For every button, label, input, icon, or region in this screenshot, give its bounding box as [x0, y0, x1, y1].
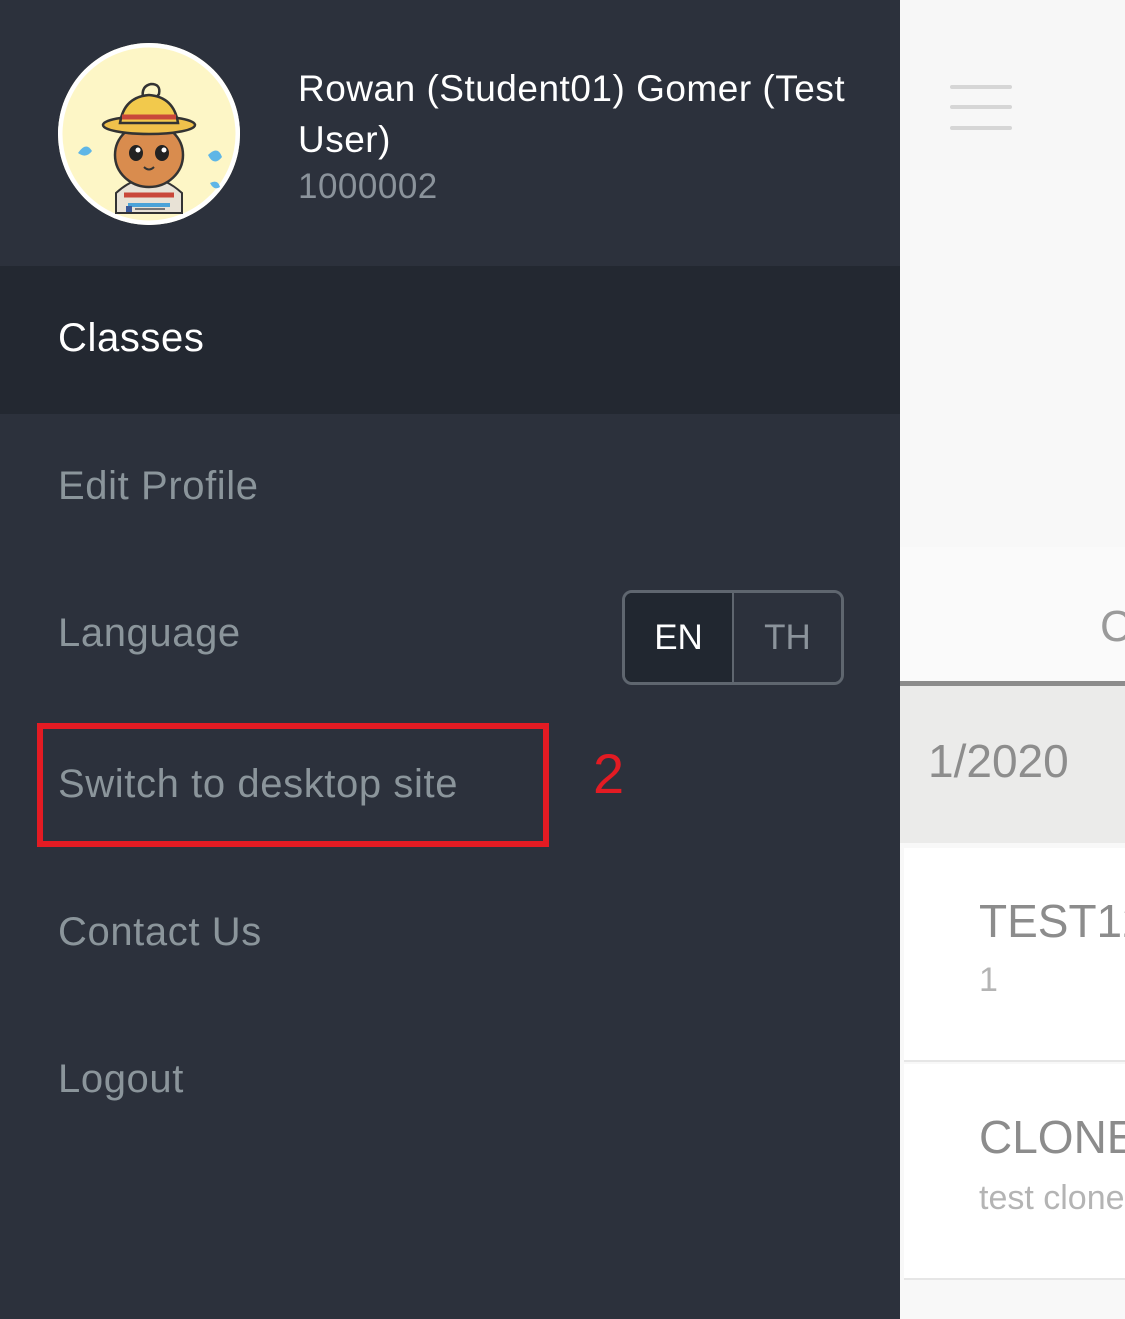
- profile-header: Rowan (Student01) Gomer (Test User) 1000…: [0, 0, 900, 266]
- language-toggle: EN TH: [622, 590, 844, 685]
- avatar[interactable]: [58, 43, 240, 225]
- class-card-title: TEST12: [979, 895, 1125, 947]
- sidebar-drawer: Rowan (Student01) Gomer (Test User) 1000…: [0, 0, 900, 1319]
- sidebar-item-label: Logout: [58, 1057, 184, 1101]
- hamburger-icon[interactable]: [950, 85, 1012, 133]
- class-card-subtitle: 1: [979, 961, 998, 999]
- class-card-title: CLONE: [979, 1111, 1125, 1163]
- sidebar-item-label: Contact Us: [58, 910, 262, 954]
- language-option-en[interactable]: EN: [625, 593, 732, 682]
- cartoon-child-avatar-icon: [59, 44, 239, 224]
- tab-bar: [900, 547, 1125, 686]
- sidebar-item-edit-profile[interactable]: Edit Profile: [0, 414, 900, 561]
- annotation-step-number: 2: [593, 742, 625, 805]
- sidebar-item-label: Language: [58, 611, 241, 655]
- user-name: Rowan (Student01) Gomer (Test User): [298, 68, 846, 160]
- class-card[interactable]: CLONE test clone: [904, 1064, 1125, 1280]
- term-label: 1/2020: [928, 735, 1069, 787]
- top-bar: [900, 0, 1125, 170]
- annotation-highlight-box: [37, 723, 549, 847]
- user-id: 1000002: [298, 167, 438, 206]
- tab-label[interactable]: C: [1100, 605, 1125, 649]
- background-page: C 1/2020 TEST12 1 CLONE test clone: [900, 0, 1125, 1319]
- sidebar-item-logout[interactable]: Logout: [0, 1004, 900, 1151]
- sidebar-item-label: Classes: [58, 316, 205, 360]
- class-card-subtitle: test clone: [979, 1179, 1125, 1217]
- sidebar-item-label: Edit Profile: [58, 464, 259, 508]
- sidebar-item-contact[interactable]: Contact Us: [0, 857, 900, 1004]
- sidebar-item-classes[interactable]: Classes: [0, 266, 900, 414]
- class-card[interactable]: TEST12 1: [904, 848, 1125, 1062]
- language-option-th[interactable]: TH: [732, 593, 841, 682]
